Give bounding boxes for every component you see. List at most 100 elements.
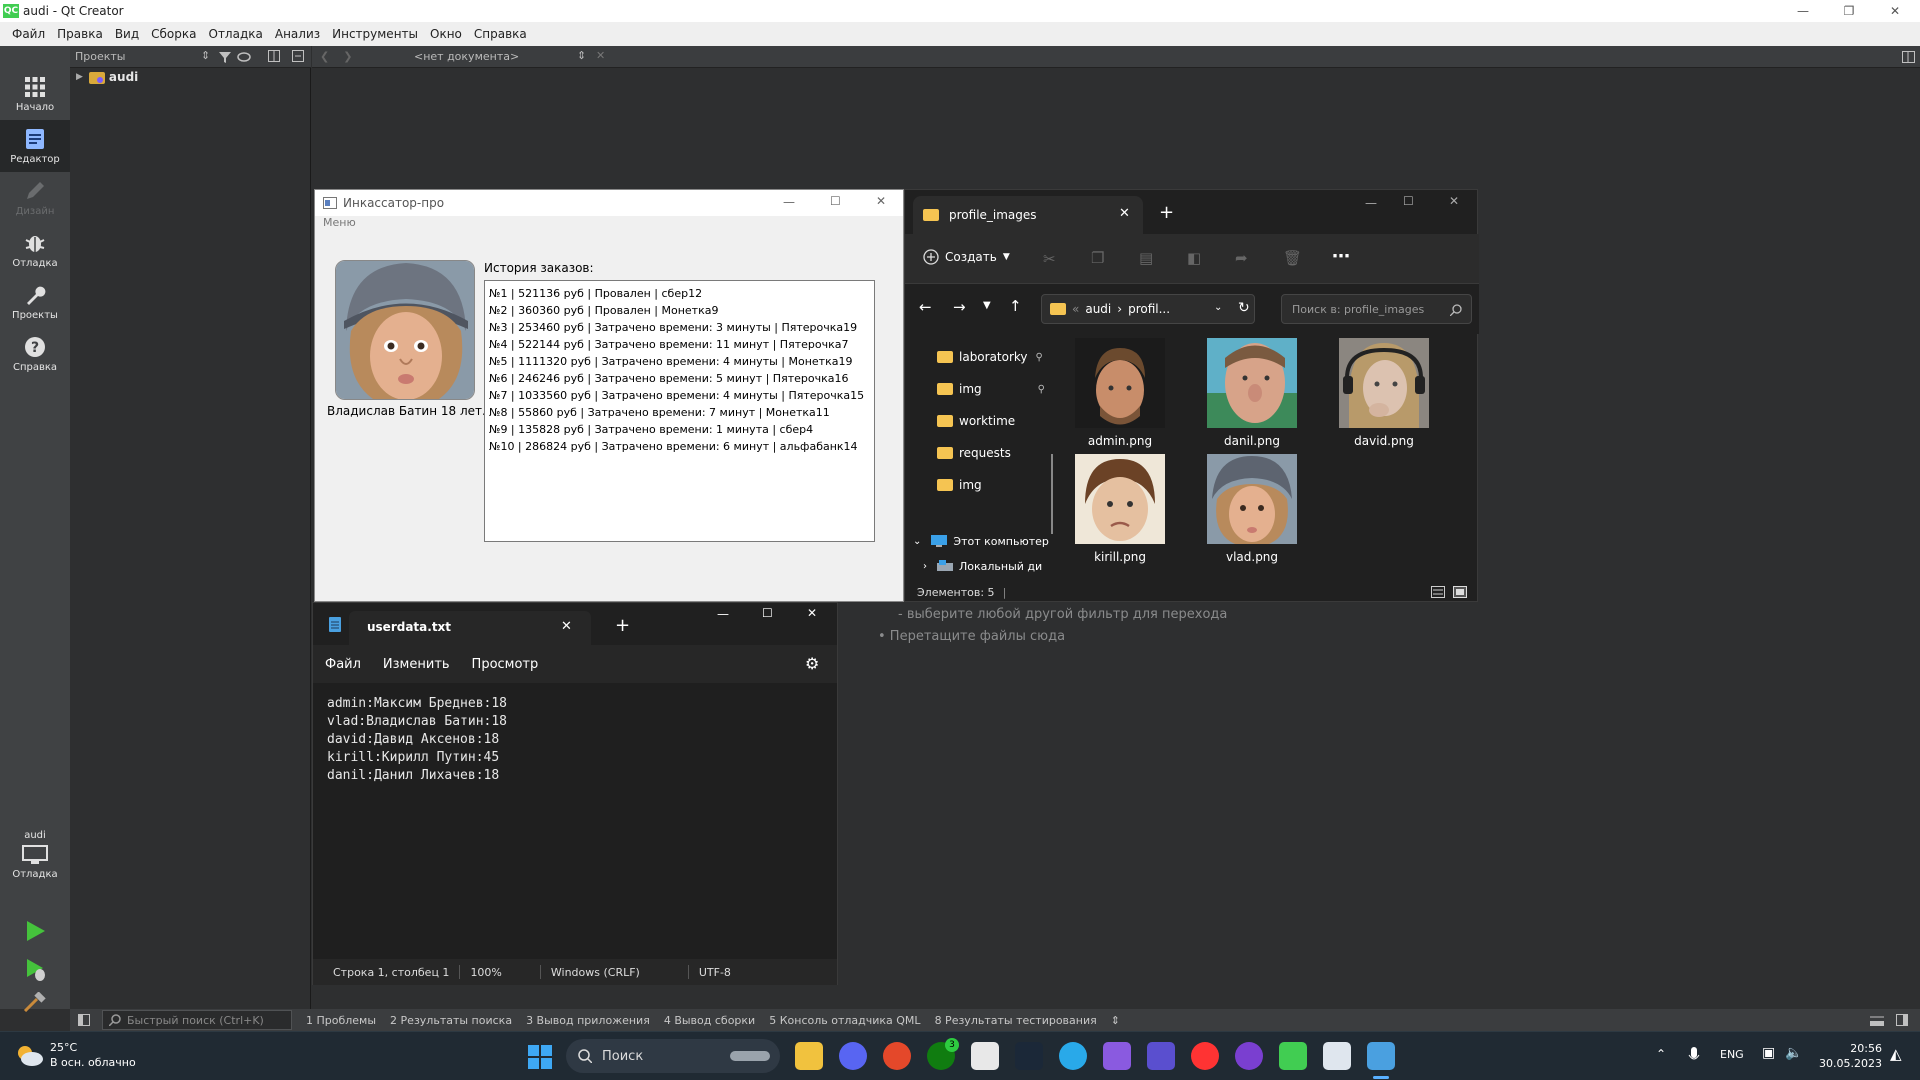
selector-arrows-icon[interactable]: ⇕ bbox=[577, 49, 586, 62]
nav-item-laboratorky[interactable]: laboratorky ⚲ bbox=[905, 342, 1053, 372]
kit-selector[interactable]: audi Отладка bbox=[0, 822, 70, 888]
store-taskbar-icon[interactable] bbox=[971, 1042, 999, 1070]
menu-edit[interactable]: Правка bbox=[57, 27, 103, 41]
expand-chevron-icon[interactable]: › bbox=[923, 561, 927, 572]
selector-arrows-icon[interactable]: ⇕ bbox=[201, 49, 210, 62]
explorer-close-button[interactable]: ✕ bbox=[1449, 194, 1459, 208]
projects-selector[interactable]: Проекты bbox=[75, 50, 126, 63]
copy-icon[interactable]: ❐ bbox=[1091, 249, 1104, 267]
right-sidebar-toggle-icon[interactable] bbox=[1896, 1014, 1908, 1026]
line-ending[interactable]: Windows (CRLF) bbox=[551, 966, 640, 979]
menu-file[interactable]: Файл bbox=[12, 27, 45, 41]
game-taskbar-icon[interactable] bbox=[1147, 1042, 1175, 1070]
history-item[interactable]: №9 | 135828 руб | Затрачено времени: 1 м… bbox=[489, 421, 870, 438]
output-tab-test-results[interactable]: 8 Результаты тестирования bbox=[935, 1014, 1097, 1027]
notepad-taskbar-icon[interactable] bbox=[1367, 1042, 1395, 1070]
minimize-button[interactable]: — bbox=[1780, 0, 1826, 22]
breadcrumb-item[interactable]: profil... bbox=[1128, 302, 1170, 316]
recent-dropdown-icon[interactable]: ▼ bbox=[983, 300, 991, 311]
tray-chevron-icon[interactable]: ⌃ bbox=[1656, 1047, 1666, 1061]
mode-help[interactable]: ? Справка bbox=[0, 328, 70, 380]
nav-item-this-pc[interactable]: ⌄ Этот компьютер bbox=[905, 526, 1053, 556]
menu-window[interactable]: Окно bbox=[430, 27, 462, 41]
app-maximize-button[interactable]: ☐ bbox=[830, 194, 841, 208]
qt-creator-taskbar-icon[interactable] bbox=[1279, 1042, 1307, 1070]
history-list[interactable]: №1 | 521136 руб | Провален | сбер12 №2 |… bbox=[484, 280, 875, 542]
new-tab-button[interactable]: + bbox=[1159, 202, 1174, 223]
run-button[interactable] bbox=[22, 918, 48, 944]
steam-taskbar-icon[interactable] bbox=[1015, 1042, 1043, 1070]
explorer-tab[interactable]: profile_images ✕ bbox=[913, 196, 1143, 234]
new-tab-button[interactable]: + bbox=[615, 615, 630, 636]
browser-taskbar-icon[interactable] bbox=[883, 1042, 911, 1070]
github-taskbar-icon[interactable] bbox=[1235, 1042, 1263, 1070]
file-tile[interactable]: danil.png bbox=[1197, 336, 1307, 450]
maximize-button[interactable]: ❐ bbox=[1826, 0, 1872, 22]
mode-welcome[interactable]: Начало bbox=[0, 68, 70, 120]
notepad-minimize-button[interactable]: — bbox=[717, 607, 729, 621]
file-tile[interactable]: kirill.png bbox=[1065, 452, 1175, 566]
menu-debug[interactable]: Отладка bbox=[209, 27, 263, 41]
volume-icon[interactable]: 🔈 bbox=[1785, 1045, 1802, 1061]
microphone-icon[interactable] bbox=[1688, 1047, 1700, 1065]
close-panel-icon[interactable] bbox=[292, 50, 304, 62]
notepad-menu-view[interactable]: Просмотр bbox=[472, 657, 539, 672]
close-button[interactable]: ✕ bbox=[1872, 0, 1918, 22]
build-button[interactable] bbox=[22, 992, 48, 1012]
link-icon[interactable] bbox=[237, 50, 251, 64]
history-item[interactable]: №3 | 253460 руб | Затрачено времени: 3 м… bbox=[489, 319, 870, 336]
history-item[interactable]: №4 | 522144 руб | Затрачено времени: 11 … bbox=[489, 336, 870, 353]
explorer-maximize-button[interactable]: ☐ bbox=[1403, 194, 1414, 208]
create-button[interactable]: Создать ▼ bbox=[923, 249, 1010, 265]
refresh-icon[interactable]: ↻ bbox=[1238, 300, 1250, 316]
nav-scrollbar[interactable] bbox=[1051, 454, 1053, 534]
menu-tools[interactable]: Инструменты bbox=[332, 27, 418, 41]
language-indicator[interactable]: ENG bbox=[1720, 1048, 1744, 1061]
split-icon[interactable] bbox=[268, 50, 280, 62]
notepad-menu-file[interactable]: Файл bbox=[325, 657, 361, 672]
explorer-minimize-button[interactable]: — bbox=[1365, 196, 1377, 210]
output-tab-compile-output[interactable]: 4 Вывод сборки bbox=[664, 1014, 755, 1027]
filter-icon[interactable] bbox=[219, 51, 231, 63]
history-item[interactable]: №6 | 246246 руб | Затрачено времени: 5 м… bbox=[489, 370, 870, 387]
close-tab-icon[interactable]: ✕ bbox=[1119, 206, 1130, 221]
output-tab-search-results[interactable]: 2 Результаты поиска bbox=[390, 1014, 512, 1027]
file-tile[interactable]: vlad.png bbox=[1197, 452, 1307, 566]
output-tab-issues[interactable]: 1 Проблемы bbox=[306, 1014, 376, 1027]
windows-start-icon[interactable] bbox=[528, 1045, 552, 1069]
forward-arrow-icon[interactable]: → bbox=[953, 298, 966, 316]
document-selector[interactable]: <нет документа> bbox=[414, 50, 519, 63]
output-tab-app-output[interactable]: 3 Вывод приложения bbox=[526, 1014, 650, 1027]
app-close-button[interactable]: ✕ bbox=[876, 194, 886, 208]
mode-editor[interactable]: Редактор bbox=[0, 120, 70, 172]
menu-view[interactable]: Вид bbox=[115, 27, 139, 41]
zoom-level[interactable]: 100% bbox=[470, 966, 501, 979]
sidebar-toggle-icon[interactable] bbox=[78, 1014, 90, 1026]
visual-studio-taskbar-icon[interactable] bbox=[1103, 1042, 1131, 1070]
breadcrumb-item[interactable]: audi bbox=[1085, 302, 1111, 316]
nav-item-img[interactable]: img ⚲ bbox=[905, 374, 1053, 404]
more-options-icon[interactable]: ⋯ bbox=[1332, 246, 1350, 267]
selector-arrows-icon[interactable]: ⇕ bbox=[1111, 1014, 1120, 1027]
notepad-menu-edit[interactable]: Изменить bbox=[383, 657, 450, 672]
expand-arrow-icon[interactable]: ▶ bbox=[76, 72, 83, 82]
network-icon[interactable]: ▣ bbox=[1762, 1045, 1775, 1061]
paste-icon[interactable]: ▤ bbox=[1139, 249, 1153, 267]
mode-debug[interactable]: Отладка bbox=[0, 224, 70, 276]
nav-item-worktime[interactable]: worktime bbox=[905, 406, 1053, 436]
yandex-taskbar-icon[interactable] bbox=[1191, 1042, 1219, 1070]
menu-analyze[interactable]: Анализ bbox=[275, 27, 320, 41]
history-item[interactable]: №10 | 286824 руб | Затрачено времени: 6 … bbox=[489, 438, 870, 455]
back-arrow-icon[interactable]: ← bbox=[919, 298, 932, 316]
file-tile[interactable]: david.png bbox=[1329, 336, 1439, 450]
app-minimize-button[interactable]: — bbox=[783, 195, 795, 209]
tiles-view-icon[interactable] bbox=[1453, 586, 1467, 598]
app-menu-item[interactable]: Меню bbox=[323, 216, 356, 229]
app-window-taskbar-icon[interactable] bbox=[1323, 1042, 1351, 1070]
taskbar-search[interactable]: Поиск bbox=[566, 1039, 780, 1073]
mode-projects[interactable]: Проекты bbox=[0, 276, 70, 328]
details-view-icon[interactable] bbox=[1431, 586, 1445, 598]
explorer-search-input[interactable]: Поиск в: profile_images bbox=[1281, 294, 1472, 324]
history-item[interactable]: №5 | 1111320 руб | Затрачено времени: 4 … bbox=[489, 353, 870, 370]
quick-search-input[interactable]: Быстрый поиск (Ctrl+K) bbox=[102, 1010, 292, 1030]
